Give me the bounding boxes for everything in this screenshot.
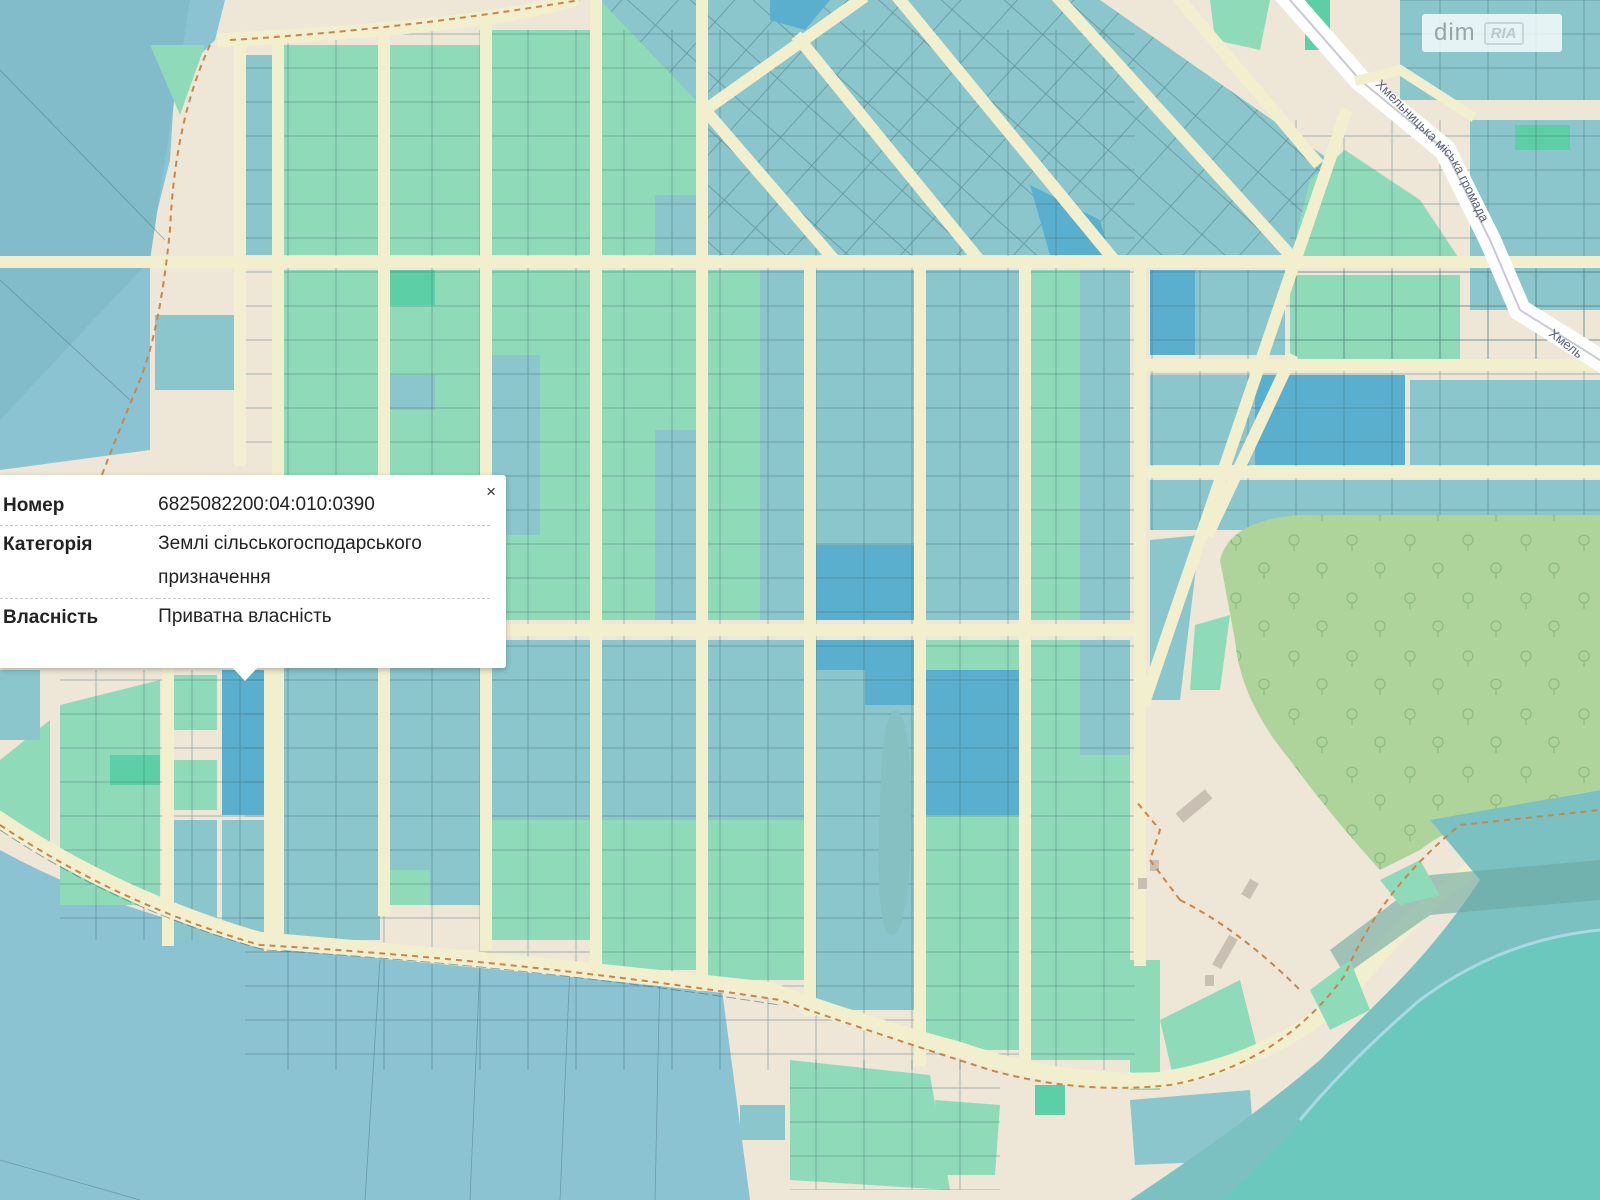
parcel-ownership-label: Власність bbox=[0, 598, 159, 637]
watermark-text: dim bbox=[1434, 19, 1476, 46]
parcel-info-table: Номер 6825082200:04:010:0390 Категорія З… bbox=[0, 487, 490, 637]
parcel-category-label: Категорія bbox=[0, 525, 159, 599]
parcel-category-row: Категорія Землі сільськогосподарського п… bbox=[0, 525, 490, 599]
parcel-category-value: Землі сільськогосподарського призначення bbox=[158, 525, 490, 599]
watermark: dim RIA bbox=[1422, 14, 1562, 52]
watermark-logo: RIA bbox=[1483, 21, 1524, 45]
parcel-number-label: Номер bbox=[3, 495, 65, 516]
parcel-ownership-value: Приватна власність bbox=[158, 598, 490, 637]
popup-pointer bbox=[232, 667, 258, 681]
parcel-info-popup: × Номер 6825082200:04:010:0390 Категорія… bbox=[0, 475, 506, 681]
parcel-ownership-row: Власність Приватна власність bbox=[0, 598, 490, 637]
parcel-number-row: Номер 6825082200:04:010:0390 bbox=[0, 487, 490, 526]
parcel-number-value: 6825082200:04:010:0390 bbox=[158, 494, 375, 515]
